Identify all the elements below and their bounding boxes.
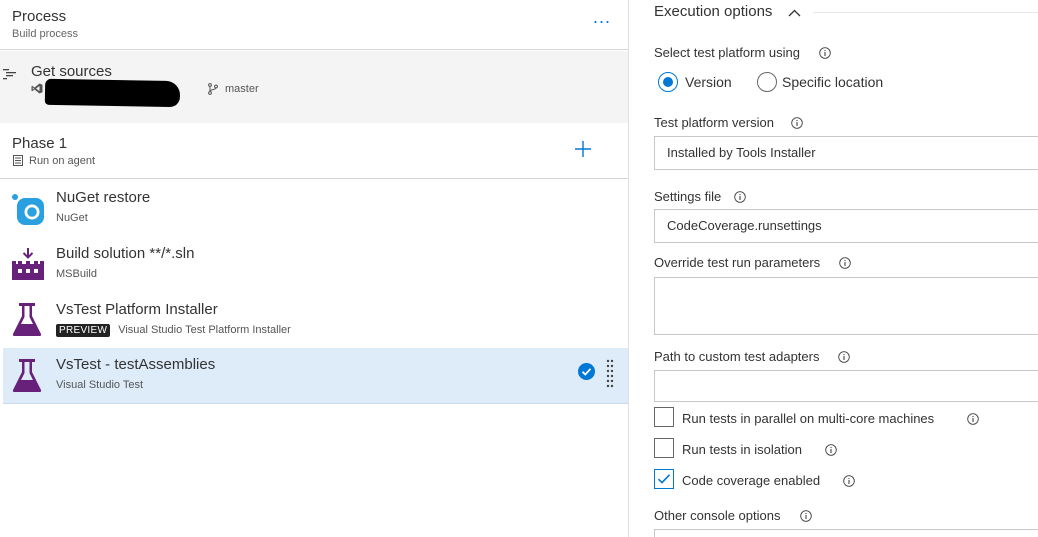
flask-icon xyxy=(12,303,42,336)
info-icon[interactable] xyxy=(838,351,850,363)
checkmark-icon xyxy=(657,474,671,484)
settings-file-input[interactable]: CodeCoverage.runsettings xyxy=(654,209,1038,243)
more-options-button[interactable]: ... xyxy=(593,8,611,26)
info-icon[interactable] xyxy=(819,47,831,59)
platform-label: Select test platform using xyxy=(654,45,800,60)
info-icon[interactable] xyxy=(839,257,851,269)
override-params-textarea[interactable] xyxy=(654,277,1038,335)
task-subtitle-text: Visual Studio Test Platform Installer xyxy=(118,324,291,336)
code-coverage-checkbox-label: Code coverage enabled xyxy=(682,473,821,488)
task-subtitle: PREVIEW Visual Studio Test Platform Insta… xyxy=(56,324,291,337)
visual-studio-icon xyxy=(31,83,43,94)
console-options-label: Other console options xyxy=(654,508,781,523)
radio-specific-location-label: Specific location xyxy=(782,74,884,90)
redacted-repository xyxy=(44,78,181,108)
test-adapters-label: Path to custom test adapters xyxy=(654,349,820,364)
pipeline-panel: Process Build process ... Get sources ma… xyxy=(0,0,629,537)
enabled-check-icon xyxy=(578,363,595,380)
task-title: VsTest - testAssemblies xyxy=(56,356,216,373)
nuget-icon xyxy=(12,194,44,225)
platform-version-select[interactable]: Installed by Tools Installer xyxy=(654,136,1038,170)
task-subtitle: Visual Studio Test xyxy=(56,379,144,391)
process-title: Process xyxy=(12,8,67,25)
phase-subtitle: Run on agent xyxy=(29,155,96,167)
info-icon[interactable] xyxy=(800,510,812,522)
task-vstest-testassemblies[interactable]: VsTest - testAssemblies Visual Studio Te… xyxy=(3,348,628,404)
execution-options-header[interactable]: Execution options xyxy=(654,3,772,20)
radio-version[interactable] xyxy=(658,72,678,92)
agent-icon xyxy=(13,155,23,166)
task-build-solution[interactable]: Build solution **/*.sln MSBuild xyxy=(3,237,628,293)
info-icon[interactable] xyxy=(791,117,803,129)
isolation-checkbox-label: Run tests in isolation xyxy=(682,442,802,457)
info-icon[interactable] xyxy=(734,191,746,203)
isolation-checkbox[interactable] xyxy=(654,438,674,458)
code-coverage-checkbox[interactable] xyxy=(654,469,674,489)
task-title: VsTest Platform Installer xyxy=(56,301,218,318)
task-vstest-platform-installer[interactable]: VsTest Platform Installer PREVIEW Visual … xyxy=(3,293,628,349)
flask-icon xyxy=(12,359,42,392)
console-options-input[interactable] xyxy=(654,529,1038,537)
override-params-label: Override test run parameters xyxy=(654,255,821,270)
add-task-button[interactable] xyxy=(573,139,593,159)
info-icon[interactable] xyxy=(825,444,837,456)
phase-title: Phase 1 xyxy=(12,135,68,152)
parallel-checkbox[interactable] xyxy=(654,407,674,427)
info-icon[interactable] xyxy=(967,413,979,425)
task-subtitle: NuGet xyxy=(56,212,88,224)
preview-badge: PREVIEW xyxy=(56,324,111,337)
get-sources-title: Get sources xyxy=(31,63,112,80)
branch-icon xyxy=(208,83,218,95)
msbuild-icon xyxy=(12,248,44,280)
chevron-up-icon[interactable] xyxy=(788,9,801,17)
settings-file-label: Settings file xyxy=(654,189,722,204)
radio-specific-location[interactable] xyxy=(757,72,777,92)
phase-row[interactable] xyxy=(0,123,628,179)
process-header[interactable]: Process Build process ... xyxy=(0,0,628,50)
get-sources-icon xyxy=(3,69,16,80)
task-title: Build solution **/*.sln xyxy=(56,245,195,262)
parallel-checkbox-label: Run tests in parallel on multi-core mach… xyxy=(682,411,935,426)
task-nuget-restore[interactable]: NuGet restore NuGet xyxy=(3,181,628,237)
task-properties-panel: Execution options Select test platform u… xyxy=(629,0,1038,537)
radio-version-label: Version xyxy=(685,74,732,90)
process-subtitle: Build process xyxy=(12,28,79,40)
platform-version-label: Test platform version xyxy=(654,115,774,130)
info-icon[interactable] xyxy=(843,475,855,487)
branch-name: master xyxy=(225,83,259,95)
task-title: NuGet restore xyxy=(56,189,151,206)
drag-handle-icon[interactable] xyxy=(606,359,614,389)
task-subtitle: MSBuild xyxy=(56,268,97,280)
section-divider xyxy=(813,12,1038,13)
test-adapters-input[interactable] xyxy=(654,370,1038,402)
